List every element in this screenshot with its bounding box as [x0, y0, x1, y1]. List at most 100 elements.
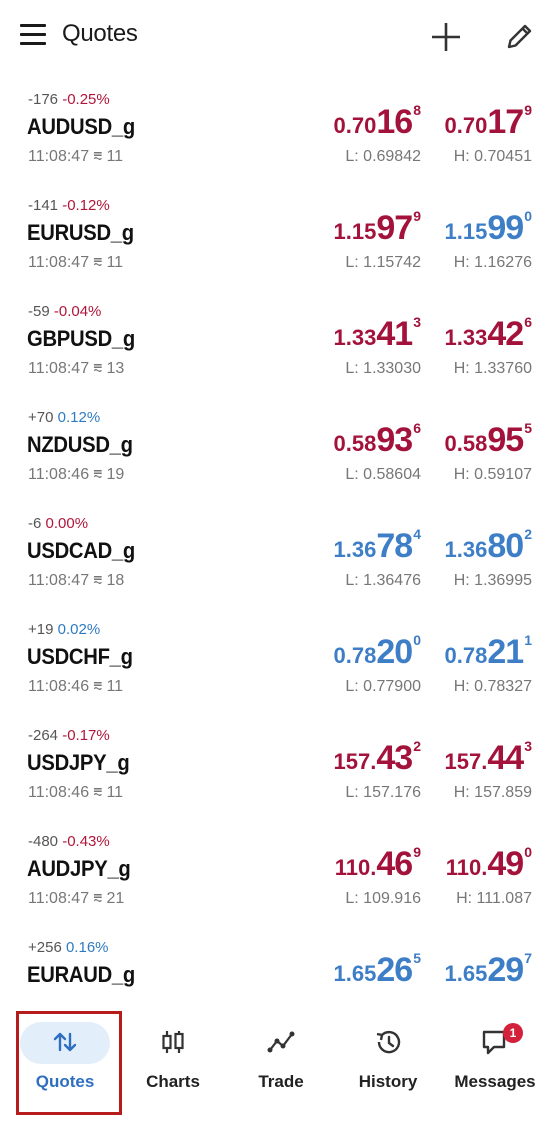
ask-price-big: 21 [487, 633, 524, 671]
quote-meta: 11:08:47 ⩳ 18 [28, 572, 124, 590]
ask-price-pip: 3 [524, 738, 532, 754]
ask-price-pip: 1 [524, 632, 532, 648]
tab-history[interactable]: History [333, 1006, 443, 1114]
change-points: -141 [28, 197, 59, 214]
spread-icon: ⩳ [93, 890, 103, 907]
quote-meta: 11:08:47 ⩳ 21 [28, 890, 124, 908]
high-price: H: 0.59107 [453, 466, 532, 483]
quote-row[interactable]: +70 0.12% NZDUSD_g 11:08:46 ⩳ 19 0.58936 0… [0, 394, 554, 500]
bid-price-prefix: 0.58 [333, 431, 377, 456]
bid-price-big: 26 [376, 951, 413, 989]
ask-price: 1.15990 [445, 208, 532, 248]
tab-charts[interactable]: Charts [118, 1006, 228, 1114]
quote-row[interactable]: -176 -0.25% AUDUSD_g 11:08:47 ⩳ 11 0.70168… [0, 76, 554, 182]
tab-label: Charts [146, 1072, 200, 1091]
symbol-name: EURAUD_g [27, 962, 135, 987]
ask-price: 0.78211 [445, 632, 532, 672]
quote-meta: 11:08:46 ⩳ 11 [28, 678, 123, 696]
tab-label: History [358, 1072, 418, 1091]
change-points: -6 [28, 515, 42, 532]
high-price: H: 111.087 [456, 890, 532, 907]
spread-icon: ⩳ [93, 572, 103, 589]
change-percent: -0.12% [62, 197, 110, 214]
quote-time: 11:08:47 [28, 360, 90, 377]
candlestick-icon [159, 1028, 187, 1056]
bid-price-big: 46 [376, 845, 413, 883]
bid-price-pip: 4 [413, 526, 421, 542]
change-percent: 0.02% [57, 621, 101, 638]
change-text: +19 0.02% [28, 621, 100, 638]
change-percent: -0.17% [62, 727, 110, 744]
tab-trade[interactable]: Trade [226, 1006, 336, 1114]
history-clock-icon [374, 1028, 402, 1056]
symbol-name: AUDUSD_g [27, 114, 135, 139]
spread-value: 11 [106, 148, 124, 165]
bid-price: 0.70168 [334, 102, 421, 142]
bid-price-pip: 6 [413, 420, 421, 436]
bid-price-big: 20 [376, 633, 413, 671]
bid-price: 157.432 [334, 738, 421, 778]
quote-meta: 11:08:46 ⩳ 19 [28, 466, 124, 484]
high-price: H: 0.70451 [453, 148, 532, 165]
tab-messages[interactable]: 1 Messages [440, 1006, 550, 1114]
low-price: L: 0.58604 [345, 466, 421, 483]
bid-price: 1.15979 [334, 208, 421, 248]
sort-arrows-icon [51, 1028, 79, 1056]
quote-row[interactable]: -480 -0.43% AUDJPY_g 11:08:47 ⩳ 21 110.469… [0, 818, 554, 924]
bottom-navigation: Quotes Charts Trade History 1 Messages [0, 1006, 554, 1128]
change-percent: 0.16% [65, 939, 109, 956]
quote-row[interactable]: +256 0.16% EURAUD_g ⩳ 1.65265 1.65297 [0, 924, 554, 1006]
bid-price-prefix: 1.15 [333, 219, 377, 244]
change-text: -264 -0.17% [28, 727, 110, 744]
bid-price-prefix: 110. [334, 855, 377, 880]
quote-row[interactable]: -264 -0.17% USDJPY_g 11:08:46 ⩳ 11 157.432… [0, 712, 554, 818]
symbol-name: AUDJPY_g [27, 856, 131, 881]
symbol-name: USDCHF_g [27, 644, 133, 669]
change-text: -6 0.00% [28, 515, 88, 532]
pencil-icon[interactable] [504, 20, 536, 52]
high-price: H: 157.859 [453, 784, 532, 801]
change-points: -59 [28, 303, 50, 320]
high-price: H: 1.33760 [453, 360, 532, 377]
tab-quotes[interactable]: Quotes [10, 1006, 120, 1114]
low-price: L: 0.77900 [345, 678, 421, 695]
quotes-list[interactable]: -176 -0.25% AUDUSD_g 11:08:47 ⩳ 11 0.70168… [0, 76, 554, 1006]
unread-badge: 1 [503, 1023, 523, 1043]
bid-price-big: 97 [376, 209, 413, 247]
bid-price-pip: 9 [413, 208, 421, 224]
spread-icon: ⩳ [93, 678, 103, 695]
change-percent: -0.04% [53, 303, 102, 320]
spread-value: 11 [106, 254, 124, 271]
ask-price-prefix: 1.65 [444, 961, 488, 986]
ask-price: 157.443 [445, 738, 532, 778]
bid-price-prefix: 1.65 [333, 961, 377, 986]
spread-value: 13 [106, 360, 125, 377]
ask-price-big: 29 [487, 951, 524, 989]
change-percent: 0.00% [45, 515, 89, 532]
low-price: L: 1.33030 [345, 360, 421, 377]
symbol-name: GBPUSD_g [27, 326, 136, 351]
ask-price-prefix: 0.58 [444, 431, 488, 456]
trend-line-icon [267, 1028, 295, 1056]
ask-price: 1.65297 [445, 950, 532, 990]
menu-icon[interactable] [20, 24, 46, 46]
change-points: +70 [28, 409, 54, 426]
quote-row[interactable]: -6 0.00% USDCAD_g 11:08:47 ⩳ 18 1.36784 1.… [0, 500, 554, 606]
quote-row[interactable]: -59 -0.04% GBPUSD_g 11:08:47 ⩳ 13 1.33413 … [0, 288, 554, 394]
bid-price-pip: 9 [413, 844, 421, 860]
quote-row[interactable]: +19 0.02% USDCHF_g 11:08:46 ⩳ 11 0.78200 0… [0, 606, 554, 712]
ask-price-big: 80 [487, 527, 524, 565]
change-percent: -0.43% [62, 833, 110, 850]
ask-price-big: 44 [487, 739, 524, 777]
plus-icon[interactable] [430, 21, 462, 53]
spread-icon: ⩳ [93, 148, 103, 165]
quote-time: 11:08:47 [28, 148, 90, 165]
change-points: -264 [28, 727, 59, 744]
quote-row[interactable]: -141 -0.12% EURUSD_g 11:08:47 ⩳ 11 1.15979… [0, 182, 554, 288]
ask-price-pip: 2 [524, 526, 532, 542]
quote-time: 11:08:47 [28, 572, 90, 589]
ask-price-pip: 9 [524, 102, 532, 118]
change-text: -176 -0.25% [28, 91, 110, 108]
tab-label: Messages [454, 1072, 536, 1091]
change-text: -480 -0.43% [28, 833, 110, 850]
